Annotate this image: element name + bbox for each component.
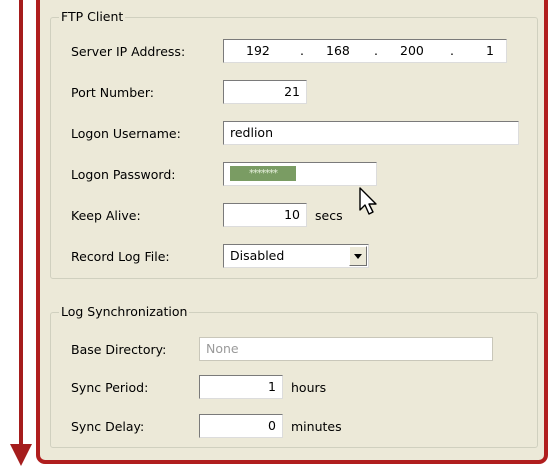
ftp-client-title: FTP Client xyxy=(59,9,126,25)
ip-octet-3[interactable]: 200 xyxy=(400,40,424,62)
record-log-file-select[interactable]: Disabled xyxy=(223,244,369,268)
port-number-input[interactable]: 21 xyxy=(223,80,307,104)
base-directory-input[interactable]: None xyxy=(199,337,493,361)
sync-period-unit: hours xyxy=(291,380,327,395)
sync-delay-unit: minutes xyxy=(291,419,342,434)
keep-alive-input[interactable]: 10 xyxy=(223,203,307,227)
scroll-down-arrow-icon xyxy=(10,444,32,466)
keep-alive-label: Keep Alive: xyxy=(71,208,141,223)
ip-octet-1[interactable]: 192 xyxy=(246,40,270,62)
port-number-label: Port Number: xyxy=(71,85,154,100)
log-sync-title: Log Synchronization xyxy=(59,304,190,320)
ip-dot-1: . xyxy=(300,43,304,58)
logon-username-input[interactable]: redlion xyxy=(223,121,519,145)
settings-panel: FTP Client Server IP Address: 192 . 168 … xyxy=(36,0,548,464)
log-sync-group: Log Synchronization Base Directory: None… xyxy=(50,304,538,448)
base-directory-label: Base Directory: xyxy=(71,342,167,357)
scroll-down-arrow-line xyxy=(19,0,23,448)
ftp-client-group: FTP Client Server IP Address: 192 . 168 … xyxy=(50,9,538,279)
logon-password-input[interactable]: ******* xyxy=(223,162,377,186)
logon-username-label: Logon Username: xyxy=(71,126,181,141)
logon-password-label: Logon Password: xyxy=(71,167,176,182)
ip-dot-2: . xyxy=(374,43,378,58)
ip-dot-3: . xyxy=(450,43,454,58)
sync-period-label: Sync Period: xyxy=(71,380,149,395)
server-ip-label: Server IP Address: xyxy=(71,44,186,59)
sync-delay-label: Sync Delay: xyxy=(71,419,145,434)
server-ip-field[interactable]: 192 . 168 . 200 . 1 xyxy=(223,39,507,63)
chevron-down-icon[interactable] xyxy=(349,246,367,266)
password-selected-text: ******* xyxy=(230,166,296,181)
ip-octet-4[interactable]: 1 xyxy=(486,40,494,62)
keep-alive-unit: secs xyxy=(315,208,343,223)
sync-delay-input[interactable]: 0 xyxy=(199,414,283,438)
ip-octet-2[interactable]: 168 xyxy=(326,40,350,62)
mouse-cursor-icon xyxy=(359,187,377,215)
record-log-file-label: Record Log File: xyxy=(71,249,170,264)
sync-period-input[interactable]: 1 xyxy=(199,375,283,399)
record-log-file-value: Disabled xyxy=(230,248,285,263)
